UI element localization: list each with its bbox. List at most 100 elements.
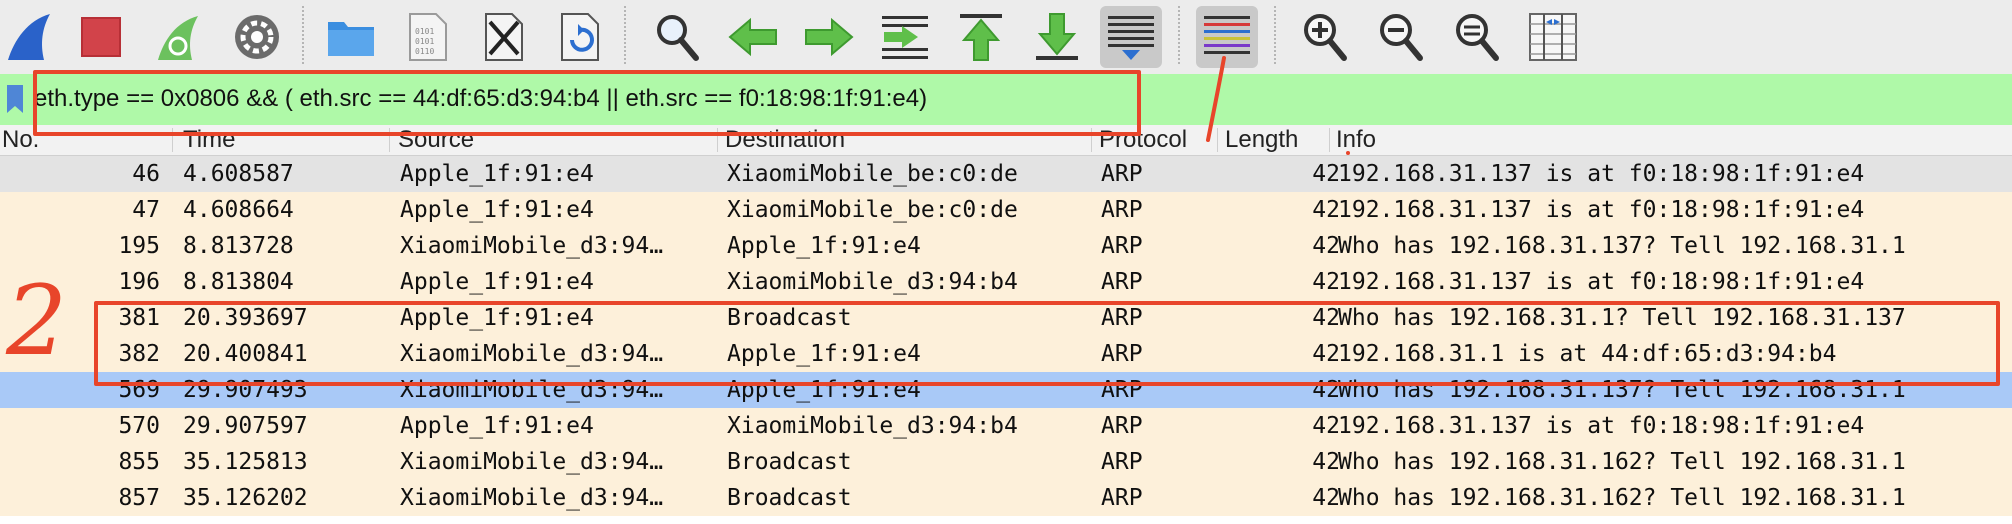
toolbar-separator: [302, 6, 304, 64]
go-back-icon: [728, 17, 777, 57]
column-header-no[interactable]: No.: [2, 125, 39, 155]
display-filter-input[interactable]: [34, 78, 1994, 120]
packet-row[interactable]: 382 20.400841 XiaomiMobile_d3:94… Apple_…: [0, 336, 2012, 372]
packet-protocol: ARP: [1101, 233, 1143, 259]
column-header-info[interactable]: Info: [1336, 125, 1376, 155]
packet-source: Apple_1f:91:e4: [400, 197, 594, 223]
column-header-length[interactable]: Length: [1225, 125, 1298, 155]
packet-number: 382: [118, 341, 160, 367]
capture-options-icon: [235, 15, 279, 59]
annotation-dot: [1346, 151, 1350, 155]
packet-info: Who has 192.168.31.162? Tell 192.168.31.…: [1338, 449, 1906, 475]
column-divider[interactable]: [389, 128, 390, 152]
packet-source: Apple_1f:91:e4: [400, 161, 594, 187]
packet-row[interactable]: 47 4.608664 Apple_1f:91:e4 XiaomiMobile_…: [0, 192, 2012, 228]
shark-fin-icon: [8, 14, 50, 60]
go-back-button[interactable]: [722, 6, 784, 68]
close-file-button[interactable]: [472, 6, 534, 68]
packet-destination: Broadcast: [727, 449, 852, 475]
normal-size-button[interactable]: [1446, 6, 1508, 68]
packet-protocol: ARP: [1101, 485, 1143, 511]
shark-fin-button[interactable]: [0, 6, 62, 68]
reload-file-button[interactable]: [548, 6, 610, 68]
find-packet-icon: [657, 15, 699, 61]
packet-row[interactable]: 196 8.813804 Apple_1f:91:e4 XiaomiMobile…: [0, 264, 2012, 300]
packet-protocol: ARP: [1101, 449, 1143, 475]
packet-length: 42: [1312, 233, 1340, 259]
zoom-in-button[interactable]: [1294, 6, 1356, 68]
column-header-time[interactable]: Time: [183, 125, 235, 155]
packet-length: 42: [1312, 413, 1340, 439]
packet-info: 192.168.31.137 is at f0:18:98:1f:91:e4: [1338, 269, 1865, 295]
packet-number: 381: [118, 305, 160, 331]
go-to-first-packet-button[interactable]: [950, 6, 1012, 68]
save-file-icon: 0101 0101 0110: [409, 13, 447, 61]
column-divider[interactable]: [1091, 128, 1092, 152]
colorize-button[interactable]: [1196, 6, 1258, 68]
packet-protocol: ARP: [1101, 197, 1143, 223]
packet-source: Apple_1f:91:e4: [400, 269, 594, 295]
packet-row[interactable]: 855 35.125813 XiaomiMobile_d3:94… Broadc…: [0, 444, 2012, 480]
packet-row[interactable]: 195 8.813728 XiaomiMobile_d3:94… Apple_1…: [0, 228, 2012, 264]
packet-protocol: ARP: [1101, 377, 1143, 403]
packet-row[interactable]: 46 4.608587 Apple_1f:91:e4 XiaomiMobile_…: [0, 156, 2012, 192]
normal-size-icon: [1456, 14, 1499, 61]
go-forward-icon: [805, 17, 854, 57]
packet-row[interactable]: 570 29.907597 Apple_1f:91:e4 XiaomiMobil…: [0, 408, 2012, 444]
packet-time: 4.608664: [183, 197, 294, 223]
packet-number: 47: [132, 197, 160, 223]
packet-number: 857: [118, 485, 160, 511]
packet-row[interactable]: 381 20.393697 Apple_1f:91:e4 Broadcast A…: [0, 300, 2012, 336]
packet-row[interactable]: 569 29.907493 XiaomiMobile_d3:94… Apple_…: [0, 372, 2012, 408]
go-to-first-packet-icon: [960, 14, 1002, 61]
auto-scroll-button[interactable]: [1100, 6, 1162, 68]
toolbar-separator: [1178, 6, 1180, 64]
packet-source: XiaomiMobile_d3:94…: [400, 449, 664, 475]
packet-number: 855: [118, 449, 160, 475]
packet-length: 42: [1312, 269, 1340, 295]
column-divider[interactable]: [1217, 128, 1218, 152]
packet-time: 8.813804: [183, 269, 294, 295]
zoom-out-button[interactable]: [1370, 6, 1432, 68]
go-to-last-packet-button[interactable]: [1026, 6, 1088, 68]
packet-destination: XiaomiMobile_be:c0:de: [727, 197, 1018, 223]
packet-info: 192.168.31.1 is at 44:df:65:d3:94:b4: [1338, 341, 1837, 367]
go-forward-button[interactable]: [798, 6, 860, 68]
packet-length: 42: [1312, 341, 1340, 367]
column-divider[interactable]: [1329, 128, 1330, 152]
filter-bookmark-icon[interactable]: [6, 84, 24, 114]
close-file-icon: [485, 13, 523, 61]
packet-destination: Apple_1f:91:e4: [727, 233, 921, 259]
packet-destination: XiaomiMobile_d3:94:b4: [727, 269, 1018, 295]
column-header-protocol[interactable]: Protocol: [1099, 125, 1187, 155]
capture-options-button[interactable]: [226, 6, 288, 68]
column-divider[interactable]: [172, 128, 173, 152]
open-file-button[interactable]: [320, 6, 382, 68]
column-header-source[interactable]: Source: [398, 125, 474, 155]
column-header-destination[interactable]: Destination: [725, 125, 845, 155]
packet-time: 4.608587: [183, 161, 294, 187]
resize-columns-button[interactable]: [1522, 6, 1584, 68]
packet-info: Who has 192.168.31.137? Tell 192.168.31.…: [1338, 377, 1906, 403]
packet-protocol: ARP: [1101, 305, 1143, 331]
restart-capture-button[interactable]: [148, 6, 210, 68]
packet-source: Apple_1f:91:e4: [400, 305, 594, 331]
find-packet-button[interactable]: [646, 6, 708, 68]
packet-info: Who has 192.168.31.1? Tell 192.168.31.13…: [1338, 305, 1906, 331]
open-file-icon: [328, 22, 374, 56]
packet-protocol: ARP: [1101, 341, 1143, 367]
go-to-packet-icon: [882, 16, 928, 59]
packet-source: Apple_1f:91:e4: [400, 413, 594, 439]
packet-time: 35.126202: [183, 485, 308, 511]
stop-capture-button[interactable]: [70, 6, 132, 68]
packet-destination: Broadcast: [727, 485, 852, 511]
save-file-button[interactable]: 0101 0101 0110: [396, 6, 458, 68]
packet-info: Who has 192.168.31.137? Tell 192.168.31.…: [1338, 233, 1906, 259]
packet-time: 20.393697: [183, 305, 308, 331]
packet-protocol: ARP: [1101, 269, 1143, 295]
packet-info: 192.168.31.137 is at f0:18:98:1f:91:e4: [1338, 197, 1865, 223]
column-divider[interactable]: [717, 128, 718, 152]
packet-time: 29.907493: [183, 377, 308, 403]
go-to-packet-button[interactable]: [874, 6, 936, 68]
packet-row[interactable]: 857 35.126202 XiaomiMobile_d3:94… Broadc…: [0, 480, 2012, 516]
